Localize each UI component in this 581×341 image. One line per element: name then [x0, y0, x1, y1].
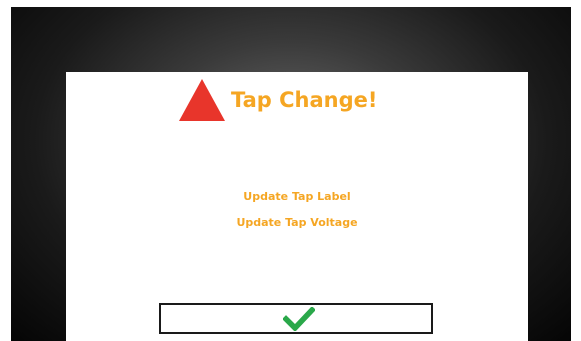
confirm-button[interactable]	[159, 303, 433, 334]
checkmark-icon	[283, 307, 315, 331]
tap-change-dialog: Tap Change! Update Tap Label Update Tap …	[66, 72, 528, 341]
screen-background: Tap Change! Update Tap Label Update Tap …	[11, 7, 571, 341]
warning-triangle-icon	[179, 79, 225, 121]
dialog-title: Tap Change!	[231, 88, 378, 112]
update-tap-label-link[interactable]: Update Tap Label	[66, 190, 528, 203]
update-tap-voltage-link[interactable]: Update Tap Voltage	[66, 216, 528, 229]
